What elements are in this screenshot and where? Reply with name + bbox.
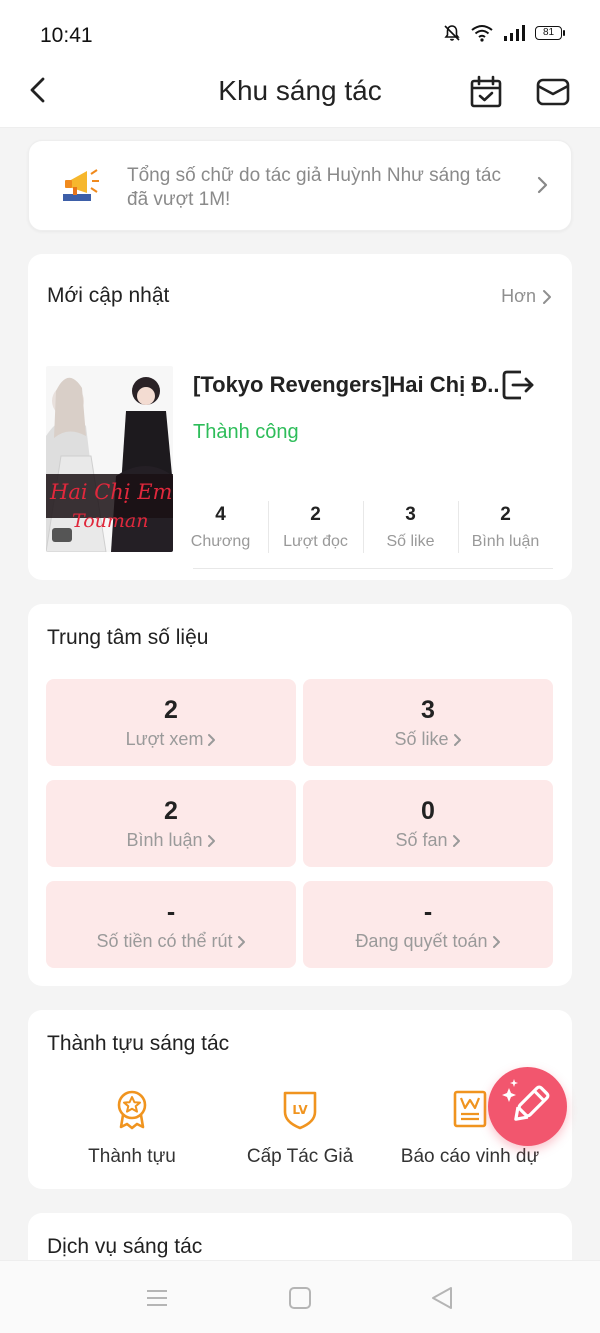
level-badge-icon: LV	[283, 1091, 317, 1130]
stat-value: 2	[500, 504, 511, 525]
tile-label-row: Số fan	[395, 830, 460, 851]
tile-value: 2	[164, 696, 178, 724]
tile-label: Số like	[394, 729, 449, 749]
chevron-right-icon	[453, 733, 461, 746]
stat-reads: 2 Lượt đọc	[268, 499, 363, 557]
tile-value: -	[166, 898, 176, 926]
stat-chapters: 4 Chương	[173, 499, 268, 557]
report-icon	[453, 1090, 487, 1128]
comment-badge-icon	[52, 528, 72, 542]
status-icons: 81	[443, 24, 565, 42]
stat-label: Lượt đọc	[283, 533, 348, 550]
mail-icon[interactable]	[535, 74, 571, 110]
data-center-card: Trung tâm số liệu 2 Lượt xem 3 Số like 2…	[28, 604, 572, 986]
tile-label: Bình luận	[126, 830, 203, 850]
battery-icon: 81	[535, 26, 565, 40]
chevron-right-icon	[492, 935, 500, 948]
tile-label-row: Lượt xem	[126, 729, 217, 750]
section-title-data-center: Trung tâm số liệu	[47, 626, 209, 649]
megaphone-icon	[63, 169, 99, 201]
stat-label: Chương	[190, 533, 251, 550]
write-fab-button[interactable]	[488, 1067, 567, 1146]
medal-icon	[117, 1090, 147, 1130]
stat-comments: 2 Bình luận	[458, 499, 553, 557]
chevron-right-icon	[452, 834, 460, 847]
stat-label: Bình luận	[471, 533, 540, 550]
tile-settling[interactable]: - Đang quyết toán	[303, 881, 553, 968]
menu-icon[interactable]	[144, 1285, 170, 1311]
achievement-item[interactable]: Thành tựu	[70, 1088, 194, 1168]
tile-label: Số tiền có thể rút	[96, 931, 233, 951]
section-title-achievements: Thành tựu sáng tác	[47, 1032, 230, 1055]
tile-value: 2	[164, 797, 178, 825]
book-status: Thành công	[193, 421, 299, 443]
bell-muted-icon	[444, 25, 460, 41]
page-title: Khu sáng tác	[218, 75, 382, 106]
tile-value: 0	[421, 797, 435, 825]
tile-withdrawable[interactable]: - Số tiền có thể rút	[46, 881, 296, 968]
tile-label-row: Bình luận	[126, 830, 215, 851]
section-title-recent-updates: Mới cập nhật	[47, 284, 170, 307]
stat-value: 4	[215, 504, 226, 525]
status-bar: 10:41 81	[0, 0, 600, 62]
more-label: Hơn	[501, 286, 536, 306]
chevron-right-icon	[537, 176, 548, 194]
book-title[interactable]: [Tokyo Revengers]Hai Chị Đ...	[193, 372, 498, 398]
tile-label: Đang quyết toán	[355, 931, 488, 951]
signal-icon	[504, 25, 525, 41]
notice-text: Tổng số chữ do tác giả Huỳnh Như sáng tá…	[127, 165, 501, 210]
author-level-label: Cấp Tác Giả	[246, 1146, 354, 1167]
system-nav-bar	[0, 1260, 600, 1333]
section-title-services: Dịch vụ sáng tác	[47, 1235, 203, 1258]
tile-views[interactable]: 2 Lượt xem	[46, 679, 296, 766]
tile-likes[interactable]: 3 Số like	[303, 679, 553, 766]
share-exit-icon[interactable]	[501, 368, 535, 402]
calendar-check-icon[interactable]	[468, 74, 504, 110]
back-triangle-icon[interactable]	[429, 1285, 455, 1311]
tile-label-row: Đang quyết toán	[355, 931, 500, 952]
chevron-right-icon	[208, 733, 216, 746]
home-square-icon[interactable]	[287, 1285, 313, 1311]
tile-label-row: Số like	[394, 729, 461, 750]
recent-updates-card: Mới cập nhật Hơn Hai Chị Em Touman [Toky…	[28, 254, 572, 580]
tile-label: Lượt xem	[125, 729, 204, 749]
tile-comments[interactable]: 2 Bình luận	[46, 780, 296, 867]
tile-fans[interactable]: 0 Số fan	[303, 780, 553, 867]
tile-label-row: Số tiền có thể rút	[96, 931, 245, 952]
stat-value: 2	[310, 504, 321, 525]
pencil-sparkle-icon	[502, 1079, 550, 1121]
stat-likes: 3 Số like	[363, 499, 458, 557]
book-stats: 4 Chương 2 Lượt đọc 3 Số like 2 Bình luậ…	[173, 499, 553, 557]
book-cover[interactable]: Hai Chị Em Touman	[46, 366, 173, 552]
cover-text-1: Hai Chị Em	[50, 480, 173, 504]
status-time: 10:41	[40, 24, 93, 47]
stat-value: 3	[405, 504, 416, 525]
cover-text-2: Touman	[72, 510, 149, 532]
tile-value: -	[423, 898, 433, 926]
tile-label: Số fan	[395, 830, 448, 850]
tile-value: 3	[421, 696, 435, 724]
svg-text:LV: LV	[292, 1103, 308, 1117]
author-level-item[interactable]: LV Cấp Tác Giả	[238, 1088, 362, 1168]
header: Khu sáng tác	[0, 62, 600, 128]
divider	[193, 568, 553, 569]
achievement-label: Thành tựu	[88, 1146, 176, 1167]
notice-banner[interactable]: Tổng số chữ do tác giả Huỳnh Như sáng tá…	[28, 140, 572, 231]
stat-label: Số like	[386, 533, 435, 550]
chevron-right-icon	[237, 935, 245, 948]
honor-report-label: Báo cáo vinh dự	[400, 1146, 540, 1167]
chevron-right-icon	[207, 834, 215, 847]
wifi-icon	[471, 25, 493, 42]
more-link[interactable]: Hơn	[501, 286, 552, 307]
chevron-right-icon	[543, 289, 551, 304]
